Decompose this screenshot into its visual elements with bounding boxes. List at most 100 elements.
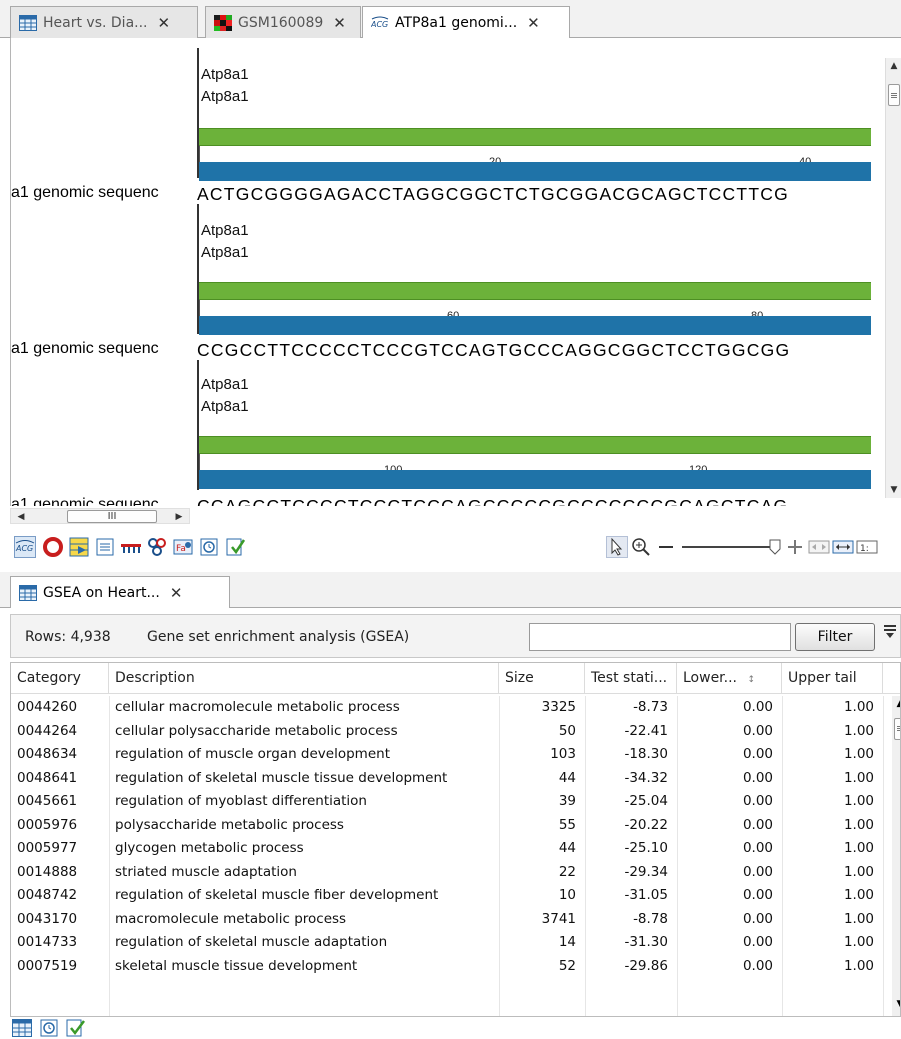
history-icon[interactable] [198, 536, 220, 558]
zoom-out-icon[interactable] [656, 536, 678, 558]
sequence-view[interactable]: Atp8a1 Atp8a1 20 40 a1 genomic sequencAC… [10, 38, 901, 506]
cell-upper-tail: 1.00 [843, 699, 874, 715]
column-menu-icon[interactable] [883, 623, 897, 644]
cell-lower-tail: 0.00 [742, 746, 773, 762]
table-row[interactable]: 0048634 regulation of muscle organ develo… [11, 743, 883, 766]
table-row[interactable]: 0045661 regulation of myoblast differenti… [11, 790, 883, 813]
ruler-bar [199, 162, 871, 181]
filter-input[interactable] [529, 623, 791, 651]
sequence-block: Atp8a1 Atp8a1 60 80 a1 genomic sequencCC… [11, 194, 871, 360]
table-row[interactable]: 0005976 polysaccharide metabolic process 5… [11, 814, 883, 837]
vertical-scrollbar[interactable]: ▲ ▼ [885, 58, 901, 498]
column-header-size[interactable]: Size [499, 663, 585, 694]
annotation-label[interactable]: Atp8a1 [201, 88, 249, 105]
annotation-bar[interactable] [199, 282, 871, 300]
table-view-icon[interactable] [12, 1019, 32, 1037]
scroll-right-icon[interactable]: ▶ [171, 509, 187, 525]
cell-test-statistic: -29.34 [624, 863, 668, 880]
tab-gsea-on-heart[interactable]: GSEA on Heart... ✕ [10, 576, 230, 608]
fit-all-icon[interactable] [832, 536, 854, 558]
annotation-label[interactable]: Atp8a1 [201, 222, 249, 239]
cell-upper-tail: 1.00 [843, 816, 874, 833]
scroll-left-icon[interactable]: ◀ [13, 509, 29, 525]
translation-icon[interactable]: Fa [172, 536, 194, 558]
validate-icon[interactable] [224, 536, 246, 558]
annotation-table-icon[interactable] [68, 536, 90, 558]
zoom-in-icon[interactable] [784, 536, 806, 558]
cell-description: regulation of skeletal muscle fiber deve… [115, 887, 439, 903]
gsea-results-table: Category Description Size Test stati... … [10, 662, 901, 1017]
sequence-icon: ACG [371, 16, 388, 29]
tab-label: GSM160089 [238, 14, 324, 31]
scroll-down-icon[interactable]: ▼ [886, 482, 901, 498]
horizontal-scrollbar[interactable]: ◀ III ▶ [10, 508, 190, 524]
column-header-label: Lower... [683, 670, 738, 686]
grip-line [897, 726, 900, 727]
table-row[interactable]: 0005977 glycogen metabolic process 44 -25.1… [11, 837, 883, 860]
sequence-row[interactable]: a1 genomic sequenc CCAGCCTCCCCTCCCTCCCAGC… [11, 496, 871, 506]
annotation-bar[interactable] [199, 436, 871, 454]
column-header-description[interactable]: Description [109, 663, 499, 694]
scrollbar-thumb[interactable]: III [67, 510, 157, 523]
cell-test-statistic: -34.32 [624, 769, 668, 786]
ruler: 100 120 [199, 454, 871, 489]
annotation-bar[interactable] [199, 128, 871, 146]
grip-line [897, 728, 900, 729]
filter-button[interactable]: Filter [795, 623, 875, 651]
structure-icon[interactable] [146, 536, 168, 558]
table-row[interactable]: 0044264 cellular polysaccharide metabolic… [11, 720, 883, 743]
annotation-label[interactable]: Atp8a1 [201, 66, 249, 83]
grip-line [897, 730, 900, 731]
validate-icon[interactable] [66, 1019, 86, 1037]
column-header-category[interactable]: Category [11, 663, 109, 694]
table-row[interactable]: 0014888 striated muscle adaptation 22 -29.3… [11, 861, 883, 884]
table-vertical-scrollbar[interactable]: ▲ ▼ [892, 696, 900, 1016]
scroll-up-icon[interactable]: ▲ [892, 696, 900, 712]
zoom-slider[interactable] [680, 536, 782, 558]
column-header-test-statistic[interactable]: Test stati... [585, 663, 677, 694]
fit-width-icon[interactable] [808, 536, 830, 558]
cell-lower-tail: 0.00 [742, 957, 773, 974]
table-row[interactable]: 0048641 regulation of skeletal muscle tis… [11, 767, 883, 790]
restriction-sites-icon[interactable] [120, 536, 142, 558]
table-title: Gene set enrichment analysis (GSEA) [147, 629, 410, 645]
table-row[interactable]: 0007519 skeletal muscle tissue developmen… [11, 955, 883, 978]
cell-description: macromolecule metabolic process [115, 910, 347, 927]
cell-upper-tail: 1.00 [843, 840, 874, 856]
zoom-in-tool-icon[interactable] [630, 536, 652, 558]
scroll-down-icon[interactable]: ▼ [892, 996, 900, 1012]
table-row[interactable]: 0048742 regulation of skeletal muscle fib… [11, 884, 883, 907]
column-header-upper-tail[interactable]: Upper tail [782, 663, 883, 694]
circular-view-icon[interactable] [42, 536, 64, 558]
cell-category: 0044260 [17, 699, 78, 715]
table-row[interactable]: 0043170 macromolecule metabolic process 37… [11, 908, 883, 931]
close-icon[interactable]: ✕ [333, 14, 346, 32]
annotation-label[interactable]: Atp8a1 [201, 376, 249, 393]
sequence-bases[interactable]: CCAGCCTCCCCTCCCTCCCAGCCCCCGCCCCCCCGCAGCT… [197, 496, 788, 506]
table-row[interactable]: 0014733 regulation of skeletal muscle ada… [11, 931, 883, 954]
cell-test-statistic: -20.22 [624, 816, 668, 833]
annotation-label[interactable]: Atp8a1 [201, 244, 249, 261]
annotation-label[interactable]: Atp8a1 [201, 398, 249, 415]
cell-category: 0043170 [17, 910, 78, 927]
scroll-up-icon[interactable]: ▲ [886, 58, 901, 74]
tab-gsm160089[interactable]: GSM160089 ✕ [205, 6, 361, 38]
close-icon[interactable]: ✕ [170, 584, 183, 602]
tab-atp8a1-genomic[interactable]: ACG ATP8a1 genomi... ✕ [362, 6, 570, 39]
cell-upper-tail: 1.00 [843, 957, 874, 974]
cell-upper-tail: 1.00 [843, 746, 874, 762]
scrollbar-thumb[interactable] [888, 84, 900, 106]
scrollbar-thumb[interactable] [894, 718, 900, 740]
cell-lower-tail: 0.00 [742, 722, 773, 739]
cell-description: glycogen metabolic process [115, 840, 304, 856]
text-view-icon[interactable] [94, 536, 116, 558]
column-header-lower-tail[interactable]: Lower... ↕ [677, 663, 782, 694]
table-row[interactable]: 0044260 cellular macromolecule metabolic … [11, 696, 883, 719]
close-icon[interactable]: ✕ [158, 14, 171, 32]
sequence-view-icon[interactable]: ACG [14, 536, 36, 558]
close-icon[interactable]: ✕ [527, 14, 540, 32]
select-tool-icon[interactable] [606, 536, 628, 558]
history-icon[interactable] [40, 1019, 58, 1037]
zoom-to-base-icon[interactable]: 1: [856, 536, 878, 558]
tab-heart-vs-dia[interactable]: Heart vs. Dia... ✕ [10, 6, 198, 38]
